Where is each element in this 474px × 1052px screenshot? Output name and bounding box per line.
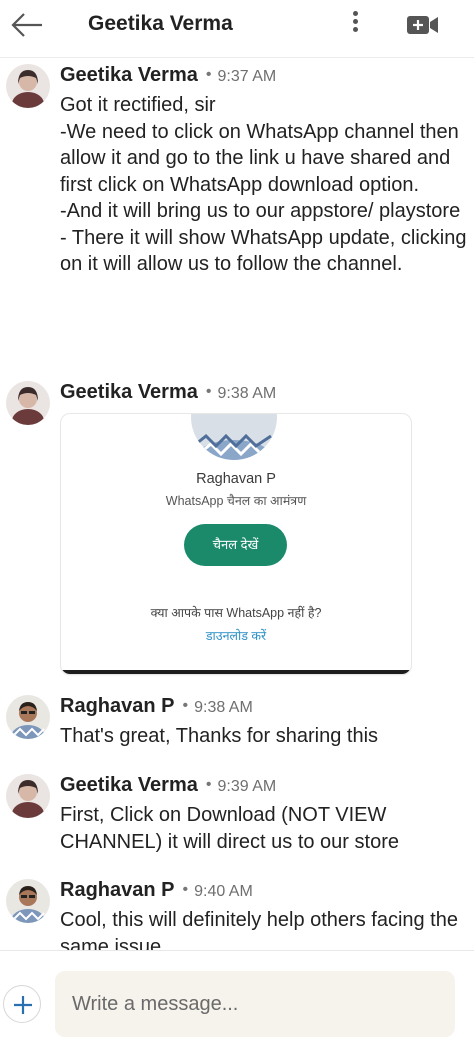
message-meta: Geetika Verma • 9:39 AM [60,774,276,797]
video-call-button[interactable] [406,12,440,38]
profile-photo-icon [6,695,50,739]
avatar[interactable] [6,381,50,425]
card-divider [61,670,411,674]
message-thread[interactable]: Geetika Verma • 9:37 AM Got it rectified, … [0,58,474,950]
video-call-icon [407,16,438,34]
more-options-button[interactable] [343,8,367,42]
profile-photo-icon [6,879,50,923]
back-button[interactable] [8,8,48,42]
separator-dot: • [182,881,189,898]
message-meta: Raghavan P • 9:38 AM [60,695,253,718]
message-text: First, Click on Download (NOT VIEW CHANN… [60,804,399,853]
message-text: Got it rectified, sir -We need to click … [60,94,467,275]
profile-photo-icon [191,414,277,460]
message-text: Cool, this will definitely help others f… [60,909,458,950]
sender-name[interactable]: Raghavan P [60,879,174,901]
avatar[interactable] [6,774,50,818]
message-meta: Geetika Verma • 9:38 AM [60,381,276,404]
sender-name[interactable]: Raghavan P [60,695,174,717]
channel-photo [191,414,277,460]
message-meta: Raghavan P • 9:40 AM [60,879,253,902]
timestamp: 9:39 AM [217,778,277,795]
view-channel-button[interactable]: चैनल देखें [184,524,287,566]
profile-photo-icon [6,64,50,108]
separator-dot: • [205,383,212,400]
message-composer [0,950,474,1052]
timestamp: 9:38 AM [194,699,253,716]
sender-name[interactable]: Geetika Verma [60,774,198,796]
timestamp: 9:37 AM [217,68,277,85]
arrow-left-icon [11,13,42,37]
more-vertical-icon [343,11,367,32]
profile-photo-icon [6,381,50,425]
no-whatsapp-question: क्या आपके पास WhatsApp नहीं है? [150,606,322,620]
sender-name[interactable]: Geetika Verma [60,381,198,403]
avatar[interactable] [6,879,50,923]
invite-subtitle: WhatsApp चैनल का आमंत्रण [165,494,307,508]
separator-dot: • [205,66,212,83]
download-link[interactable]: डाउनलोड करें [61,627,411,644]
profile-photo-icon [6,774,50,818]
message-text: That's great, Thanks for sharing this [60,725,379,747]
message-input[interactable] [55,971,455,1037]
conversation-title[interactable]: Geetika Verma [88,12,233,36]
attach-button[interactable] [3,985,41,1023]
timestamp: 9:40 AM [194,883,253,900]
message-meta: Geetika Verma • 9:37 AM [60,64,276,87]
timestamp: 9:38 AM [217,385,277,402]
sender-name[interactable]: Geetika Verma [60,64,198,86]
channel-name: Raghavan P [196,471,276,487]
separator-dot: • [205,776,212,793]
avatar[interactable] [6,64,50,108]
link-preview-card[interactable]: Raghavan P WhatsApp चैनल का आमंत्रण चैनल… [60,413,412,675]
chat-header: Geetika Verma [0,0,474,58]
avatar[interactable] [6,695,50,739]
plus-icon [14,996,32,1014]
separator-dot: • [182,697,189,714]
